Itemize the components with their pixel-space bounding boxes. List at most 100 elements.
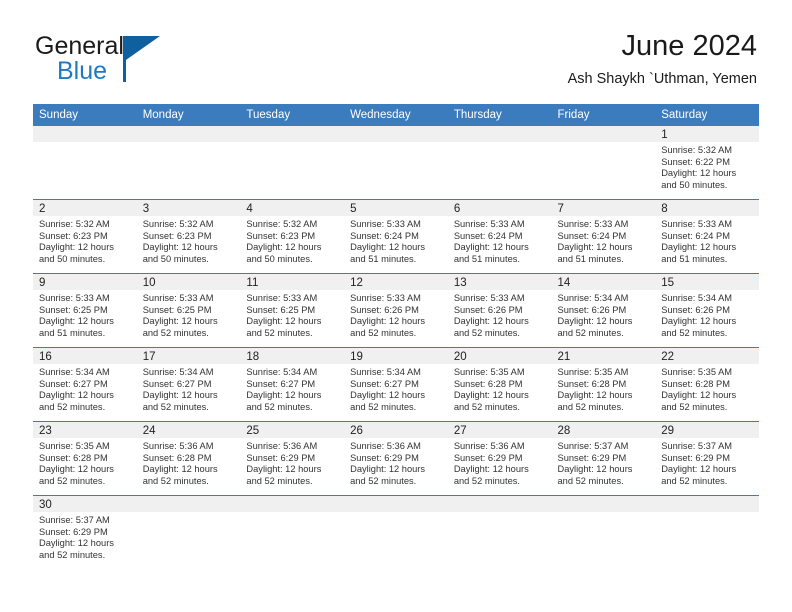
- day-daylight-text: Daylight: 12 hours: [39, 390, 114, 401]
- day-cell[interactable]: 10 Sunrise: 5:33 AM Sunset: 6:25 PM Dayligh…: [136, 273, 241, 348]
- day-number: 8: [655, 200, 759, 216]
- day-cell[interactable]: 8 Sunrise: 5:33 AM Sunset: 6:24 PM Daylight…: [655, 199, 759, 274]
- day-daylight-text: and 52 minutes.: [142, 328, 209, 339]
- day-sunset-text: Sunset: 6:28 PM: [661, 378, 730, 389]
- day-sunset-text: Sunset: 6:26 PM: [350, 304, 419, 315]
- day-number: 25: [240, 422, 345, 438]
- day-cell[interactable]: 1 Sunrise: 5:32 AM Sunset: 6:22 PM Daylight…: [655, 126, 759, 200]
- day-cell-empty: [344, 495, 448, 569]
- day-cell[interactable]: 9 Sunrise: 5:33 AM Sunset: 6:25 PM Daylight…: [33, 273, 137, 348]
- day-cell-empty: [136, 495, 241, 569]
- day-cell[interactable]: 20 Sunrise: 5:35 AM Sunset: 6:28 PM Dayligh…: [447, 347, 552, 422]
- day-cell[interactable]: 3 Sunrise: 5:32 AM Sunset: 6:23 PM Daylight…: [136, 199, 241, 274]
- day-details: Sunrise: 5:36 AM Sunset: 6:29 PM Daylight:…: [344, 438, 448, 488]
- day-daylight-text: and 52 minutes.: [39, 476, 106, 487]
- day-number: 7: [551, 200, 656, 216]
- day-sunset-text: Sunset: 6:29 PM: [39, 526, 108, 537]
- page-subtitle: Ash Shaykh `Uthman, Yemen: [567, 71, 757, 88]
- day-daylight-text: and 51 minutes.: [453, 254, 520, 265]
- weekday-header-saturday: Saturday: [655, 104, 759, 126]
- day-details: Sunrise: 5:34 AM Sunset: 6:27 PM Daylight:…: [344, 364, 448, 414]
- day-cell-empty: [240, 126, 345, 200]
- day-number: [240, 496, 345, 512]
- day-sunrise-text: Sunrise: 5:33 AM: [350, 219, 421, 229]
- day-cell[interactable]: 19 Sunrise: 5:34 AM Sunset: 6:27 PM Dayligh…: [344, 347, 448, 422]
- day-cell[interactable]: 22 Sunrise: 5:35 AM Sunset: 6:28 PM Dayligh…: [655, 347, 759, 422]
- day-cell[interactable]: 14 Sunrise: 5:34 AM Sunset: 6:26 PM Dayligh…: [551, 273, 656, 348]
- day-details: Sunrise: 5:32 AM Sunset: 6:23 PM Daylight:…: [240, 216, 344, 266]
- day-daylight-text: and 52 minutes.: [39, 402, 106, 413]
- day-sunset-text: Sunset: 6:25 PM: [246, 304, 316, 315]
- day-cell[interactable]: 26 Sunrise: 5:36 AM Sunset: 6:29 PM Dayligh…: [344, 421, 448, 496]
- day-details: Sunrise: 5:36 AM Sunset: 6:29 PM Daylight:…: [448, 438, 552, 488]
- day-cell-empty: [655, 495, 759, 569]
- day-daylight-text: Daylight: 12 hours: [557, 464, 633, 475]
- day-cell[interactable]: 6 Sunrise: 5:33 AM Sunset: 6:24 PM Daylight…: [447, 199, 552, 274]
- logo-text-blue: Blue: [57, 57, 108, 85]
- day-cell[interactable]: 12 Sunrise: 5:33 AM Sunset: 6:26 PM Dayligh…: [344, 273, 448, 348]
- day-cell-empty: [447, 495, 552, 569]
- day-cell[interactable]: 17 Sunrise: 5:34 AM Sunset: 6:27 PM Dayligh…: [136, 347, 241, 422]
- day-sunset-text: Sunset: 6:27 PM: [39, 378, 108, 389]
- day-cell[interactable]: 23 Sunrise: 5:35 AM Sunset: 6:28 PM Dayligh…: [33, 421, 137, 496]
- day-daylight-text: Daylight: 12 hours: [350, 464, 426, 475]
- day-sunrise-text: Sunrise: 5:33 AM: [453, 293, 525, 303]
- sunrise-sunset-calendar: Sunday Monday Tuesday Wednesday Thursday…: [33, 104, 759, 569]
- day-cell[interactable]: 29 Sunrise: 5:37 AM Sunset: 6:29 PM Dayligh…: [655, 421, 759, 496]
- day-daylight-text: and 52 minutes.: [557, 476, 624, 487]
- day-cell[interactable]: 5 Sunrise: 5:33 AM Sunset: 6:24 PM Daylight…: [344, 199, 448, 274]
- day-sunset-text: Sunset: 6:28 PM: [39, 452, 108, 463]
- day-cell-empty: [551, 495, 656, 569]
- day-number: [655, 496, 759, 512]
- day-cell[interactable]: 24 Sunrise: 5:36 AM Sunset: 6:28 PM Dayligh…: [136, 421, 241, 496]
- calendar-header-row: Sunday Monday Tuesday Wednesday Thursday…: [33, 104, 759, 126]
- day-daylight-text: Daylight: 12 hours: [142, 242, 218, 253]
- day-cell[interactable]: 21 Sunrise: 5:35 AM Sunset: 6:28 PM Dayligh…: [551, 347, 656, 422]
- day-cell[interactable]: 4 Sunrise: 5:32 AM Sunset: 6:23 PM Daylight…: [240, 199, 345, 274]
- general-blue-logo[interactable]: General Blue: [35, 34, 275, 98]
- day-sunset-text: Sunset: 6:27 PM: [246, 378, 316, 389]
- day-sunrise-text: Sunrise: 5:35 AM: [557, 367, 629, 377]
- day-details: Sunrise: 5:33 AM Sunset: 6:26 PM Daylight:…: [448, 290, 552, 340]
- day-cell[interactable]: 18 Sunrise: 5:34 AM Sunset: 6:27 PM Dayligh…: [240, 347, 345, 422]
- day-cell[interactable]: 30 Sunrise: 5:37 AM Sunset: 6:29 PM Dayligh…: [33, 495, 137, 569]
- day-details: Sunrise: 5:34 AM Sunset: 6:26 PM Daylight:…: [552, 290, 656, 340]
- day-number: 21: [551, 348, 656, 364]
- day-daylight-text: and 51 minutes.: [557, 254, 624, 265]
- day-cell[interactable]: 7 Sunrise: 5:33 AM Sunset: 6:24 PM Daylight…: [551, 199, 656, 274]
- calendar-week-row: 9 Sunrise: 5:33 AM Sunset: 6:25 PM Daylight…: [33, 273, 759, 348]
- day-cell[interactable]: 15 Sunrise: 5:34 AM Sunset: 6:26 PM Dayligh…: [655, 273, 759, 348]
- day-cell[interactable]: 27 Sunrise: 5:36 AM Sunset: 6:29 PM Dayligh…: [447, 421, 552, 496]
- day-sunset-text: Sunset: 6:28 PM: [453, 378, 523, 389]
- day-sunset-text: Sunset: 6:25 PM: [39, 304, 108, 315]
- day-sunrise-text: Sunrise: 5:37 AM: [39, 515, 110, 525]
- day-number: 2: [33, 200, 137, 216]
- weekday-header-wednesday: Wednesday: [344, 104, 448, 126]
- day-sunrise-text: Sunrise: 5:32 AM: [142, 219, 214, 229]
- day-details: Sunrise: 5:33 AM Sunset: 6:25 PM Daylight:…: [137, 290, 241, 340]
- day-cell[interactable]: 13 Sunrise: 5:33 AM Sunset: 6:26 PM Dayligh…: [447, 273, 552, 348]
- day-details: Sunrise: 5:35 AM Sunset: 6:28 PM Daylight:…: [655, 364, 759, 414]
- day-daylight-text: Daylight: 12 hours: [661, 390, 737, 401]
- day-cell[interactable]: 11 Sunrise: 5:33 AM Sunset: 6:25 PM Dayligh…: [240, 273, 345, 348]
- day-cell[interactable]: 25 Sunrise: 5:36 AM Sunset: 6:29 PM Dayligh…: [240, 421, 345, 496]
- day-number: [136, 496, 241, 512]
- day-cell[interactable]: 2 Sunrise: 5:32 AM Sunset: 6:23 PM Daylight…: [33, 199, 137, 274]
- calendar-week-row: 2 Sunrise: 5:32 AM Sunset: 6:23 PM Daylight…: [33, 199, 759, 274]
- day-daylight-text: and 52 minutes.: [246, 402, 313, 413]
- day-cell[interactable]: 28 Sunrise: 5:37 AM Sunset: 6:29 PM Dayligh…: [551, 421, 656, 496]
- day-daylight-text: Daylight: 12 hours: [661, 464, 737, 475]
- day-daylight-text: Daylight: 12 hours: [39, 538, 114, 549]
- day-details: Sunrise: 5:33 AM Sunset: 6:25 PM Daylight:…: [240, 290, 344, 340]
- day-daylight-text: and 52 minutes.: [661, 476, 728, 487]
- day-daylight-text: and 51 minutes.: [350, 254, 417, 265]
- day-sunrise-text: Sunrise: 5:36 AM: [453, 441, 525, 451]
- weekday-header-sunday: Sunday: [33, 104, 137, 126]
- day-sunset-text: Sunset: 6:24 PM: [350, 230, 419, 241]
- day-number: [551, 496, 656, 512]
- day-number: 3: [136, 200, 241, 216]
- day-number: [344, 496, 448, 512]
- day-cell[interactable]: 16 Sunrise: 5:34 AM Sunset: 6:27 PM Dayligh…: [33, 347, 137, 422]
- day-cell-empty: [447, 126, 552, 200]
- day-sunrise-text: Sunrise: 5:33 AM: [246, 293, 318, 303]
